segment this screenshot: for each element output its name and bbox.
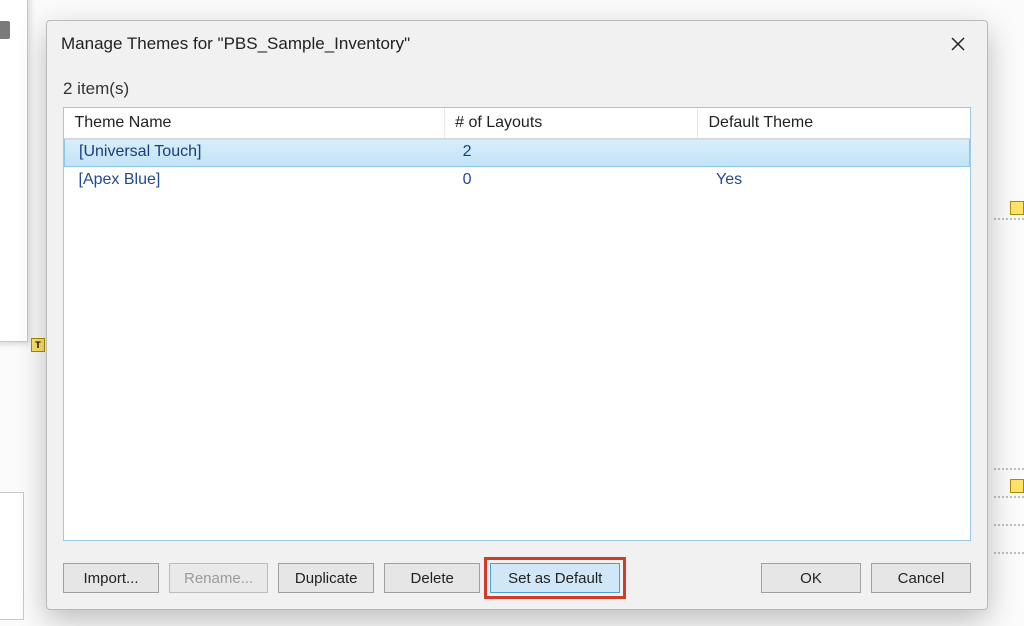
delete-button[interactable]: Delete	[384, 563, 480, 593]
button-bar: Import... Rename... Duplicate Delete Set…	[47, 553, 987, 609]
table-empty-area	[64, 194, 970, 540]
column-header-layouts[interactable]: # of Layouts	[445, 108, 698, 139]
yellow-tag-icon	[1010, 479, 1024, 493]
rename-button: Rename...	[169, 563, 268, 593]
dialog-title: Manage Themes for "PBS_Sample_Inventory"	[61, 34, 943, 54]
table-row[interactable]: [Apex Blue] 0 Yes	[65, 167, 970, 195]
cell-theme-name: [Universal Touch]	[65, 139, 445, 167]
column-header-default[interactable]: Default Theme	[698, 108, 970, 139]
column-header-name[interactable]: Theme Name	[65, 108, 445, 139]
background-dotted-row	[994, 502, 1024, 526]
t-badge-icon: T	[31, 338, 45, 352]
yellow-tag-icon	[1010, 201, 1024, 215]
duplicate-button[interactable]: Duplicate	[278, 563, 374, 593]
cell-layout-count: 2	[445, 139, 698, 167]
ok-button[interactable]: OK	[761, 563, 861, 593]
table-row[interactable]: [Universal Touch] 2	[65, 139, 970, 167]
background-dotted-row	[994, 530, 1024, 554]
background-block-bottom	[0, 492, 24, 620]
cell-layout-count: 0	[445, 167, 698, 195]
import-button[interactable]: Import...	[63, 563, 159, 593]
table-header-row: Theme Name # of Layouts Default Theme	[65, 108, 970, 139]
background-dotted-row	[994, 446, 1024, 470]
cell-default	[698, 139, 970, 167]
background-panel-left	[0, 0, 28, 342]
close-icon	[951, 37, 965, 51]
title-bar: Manage Themes for "PBS_Sample_Inventory"	[47, 21, 987, 67]
cell-theme-name: [Apex Blue]	[65, 167, 445, 195]
close-button[interactable]	[943, 29, 973, 59]
manage-themes-dialog: Manage Themes for "PBS_Sample_Inventory"…	[46, 20, 988, 610]
set-as-default-button[interactable]: Set as Default	[490, 563, 620, 593]
cancel-button[interactable]: Cancel	[871, 563, 971, 593]
highlight-annotation: Set as Default	[490, 563, 620, 593]
background-icon	[0, 21, 10, 39]
item-count-label: 2 item(s)	[47, 67, 987, 107]
themes-table: Theme Name # of Layouts Default Theme [U…	[63, 107, 971, 541]
cell-default: Yes	[698, 167, 970, 195]
